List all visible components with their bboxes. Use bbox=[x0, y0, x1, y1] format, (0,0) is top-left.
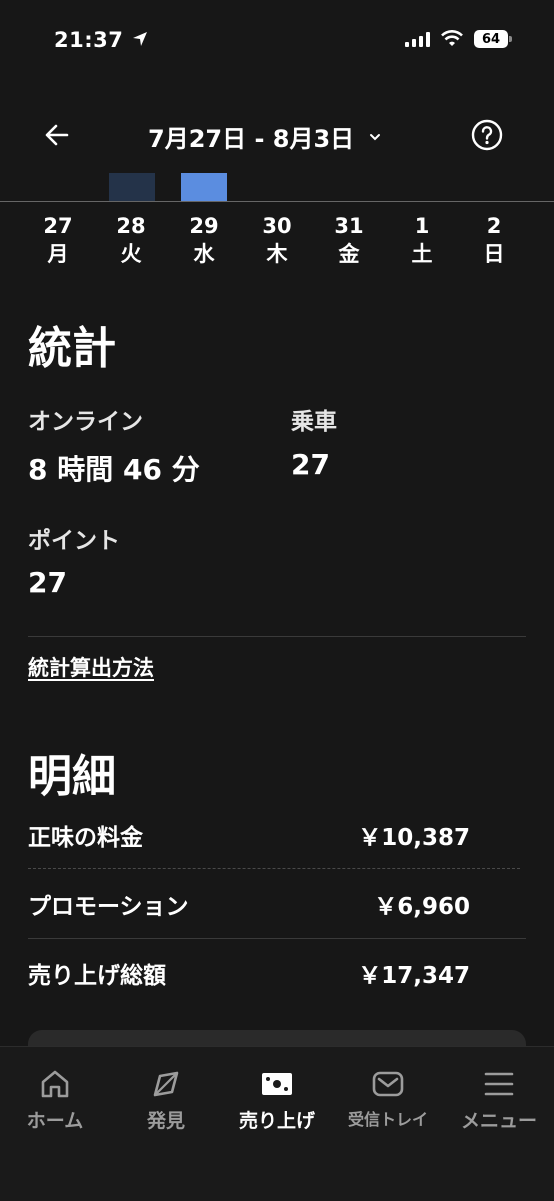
day-27[interactable]: 27 月 bbox=[28, 212, 88, 268]
day-28[interactable]: 28 火 bbox=[101, 212, 161, 268]
earnings-bar-day-29[interactable] bbox=[181, 173, 227, 201]
day-weekday: 土 bbox=[411, 242, 433, 266]
day-number: 31 bbox=[334, 214, 364, 238]
chevron-down-icon bbox=[370, 133, 381, 140]
tab-earnings-label: 売り上げ bbox=[238, 1110, 315, 1132]
promotion-label: プロモーション bbox=[28, 894, 189, 920]
row-divider bbox=[28, 868, 520, 869]
battery-icon: 64 bbox=[474, 30, 512, 48]
home-icon bbox=[41, 1070, 69, 1098]
signal-icon bbox=[405, 31, 430, 47]
status-time: 21:37 bbox=[54, 28, 149, 52]
tab-menu[interactable]: メニュー bbox=[444, 1066, 554, 1133]
day-number: 28 bbox=[116, 214, 146, 238]
compass-icon bbox=[153, 1071, 179, 1097]
day-number: 27 bbox=[43, 214, 73, 238]
points-label: ポイント bbox=[28, 528, 120, 554]
day-number: 1 bbox=[414, 214, 430, 238]
day-number: 29 bbox=[189, 214, 219, 238]
tab-home[interactable]: ホーム bbox=[0, 1066, 110, 1133]
status-indicators: 64 bbox=[405, 30, 512, 48]
mail-icon bbox=[372, 1071, 404, 1097]
total-earnings-value: ￥17,347 bbox=[358, 963, 470, 989]
tab-menu-label: メニュー bbox=[460, 1110, 537, 1132]
tab-explore[interactable]: 発見 bbox=[111, 1066, 221, 1133]
chart-baseline bbox=[0, 201, 554, 202]
day-31[interactable]: 31 金 bbox=[319, 212, 379, 268]
back-button[interactable] bbox=[40, 118, 74, 152]
rides-value: 27 bbox=[291, 448, 330, 481]
points-value: 27 bbox=[28, 566, 67, 599]
tab-home-label: ホーム bbox=[26, 1110, 84, 1132]
wifi-icon bbox=[441, 30, 463, 46]
day-weekday: 日 bbox=[483, 242, 505, 266]
total-earnings-label: 売り上げ総額 bbox=[28, 963, 166, 989]
day-weekday: 水 bbox=[193, 242, 215, 266]
location-arrow-icon bbox=[133, 32, 148, 46]
net-fare-label: 正味の料金 bbox=[28, 825, 143, 851]
stats-divider bbox=[28, 636, 526, 637]
menu-icon bbox=[484, 1072, 514, 1096]
help-button[interactable] bbox=[470, 118, 504, 152]
date-range-selector[interactable]: 7月27日 - 8月3日 bbox=[148, 119, 382, 154]
row-divider bbox=[28, 938, 526, 939]
day-2[interactable]: 2日 bbox=[464, 212, 524, 268]
earnings-bar-day-28[interactable] bbox=[109, 173, 155, 201]
day-weekday: 火 bbox=[120, 242, 142, 266]
day-number: 30 bbox=[262, 214, 292, 238]
money-icon bbox=[262, 1073, 292, 1095]
rides-label: 乗車 bbox=[291, 409, 337, 435]
net-fare-value: ￥10,387 bbox=[358, 825, 470, 851]
tab-inbox-label: 受信トレイ bbox=[347, 1110, 428, 1129]
date-range-label: 7月27日 - 8月3日 bbox=[148, 125, 355, 153]
tab-explore-label: 発見 bbox=[146, 1110, 185, 1132]
battery-level: 64 bbox=[481, 31, 501, 47]
question-circle-icon bbox=[471, 119, 503, 151]
tab-earnings[interactable]: 売り上げ bbox=[222, 1066, 332, 1133]
tab-inbox[interactable]: 受信トレイ bbox=[333, 1066, 443, 1130]
online-label: オンライン bbox=[28, 409, 143, 435]
day-weekday: 金 bbox=[338, 242, 360, 266]
day-weekday: 月 bbox=[47, 242, 69, 266]
stats-calculation-link[interactable]: 統計算出方法 bbox=[28, 652, 154, 682]
day-1[interactable]: 1土 bbox=[392, 212, 452, 268]
day-30[interactable]: 30 木 bbox=[247, 212, 307, 268]
arrow-left-icon bbox=[45, 124, 69, 146]
stats-title: 統計 bbox=[28, 323, 116, 374]
status-time-text: 21:37 bbox=[54, 28, 124, 52]
breakdown-title: 明細 bbox=[28, 751, 116, 802]
day-weekday: 木 bbox=[266, 242, 288, 266]
promotion-value: ￥6,960 bbox=[374, 894, 470, 920]
day-29[interactable]: 29 水 bbox=[174, 212, 234, 268]
online-value: 8 時間 46 分 bbox=[28, 453, 200, 486]
day-number: 2 bbox=[486, 214, 502, 238]
